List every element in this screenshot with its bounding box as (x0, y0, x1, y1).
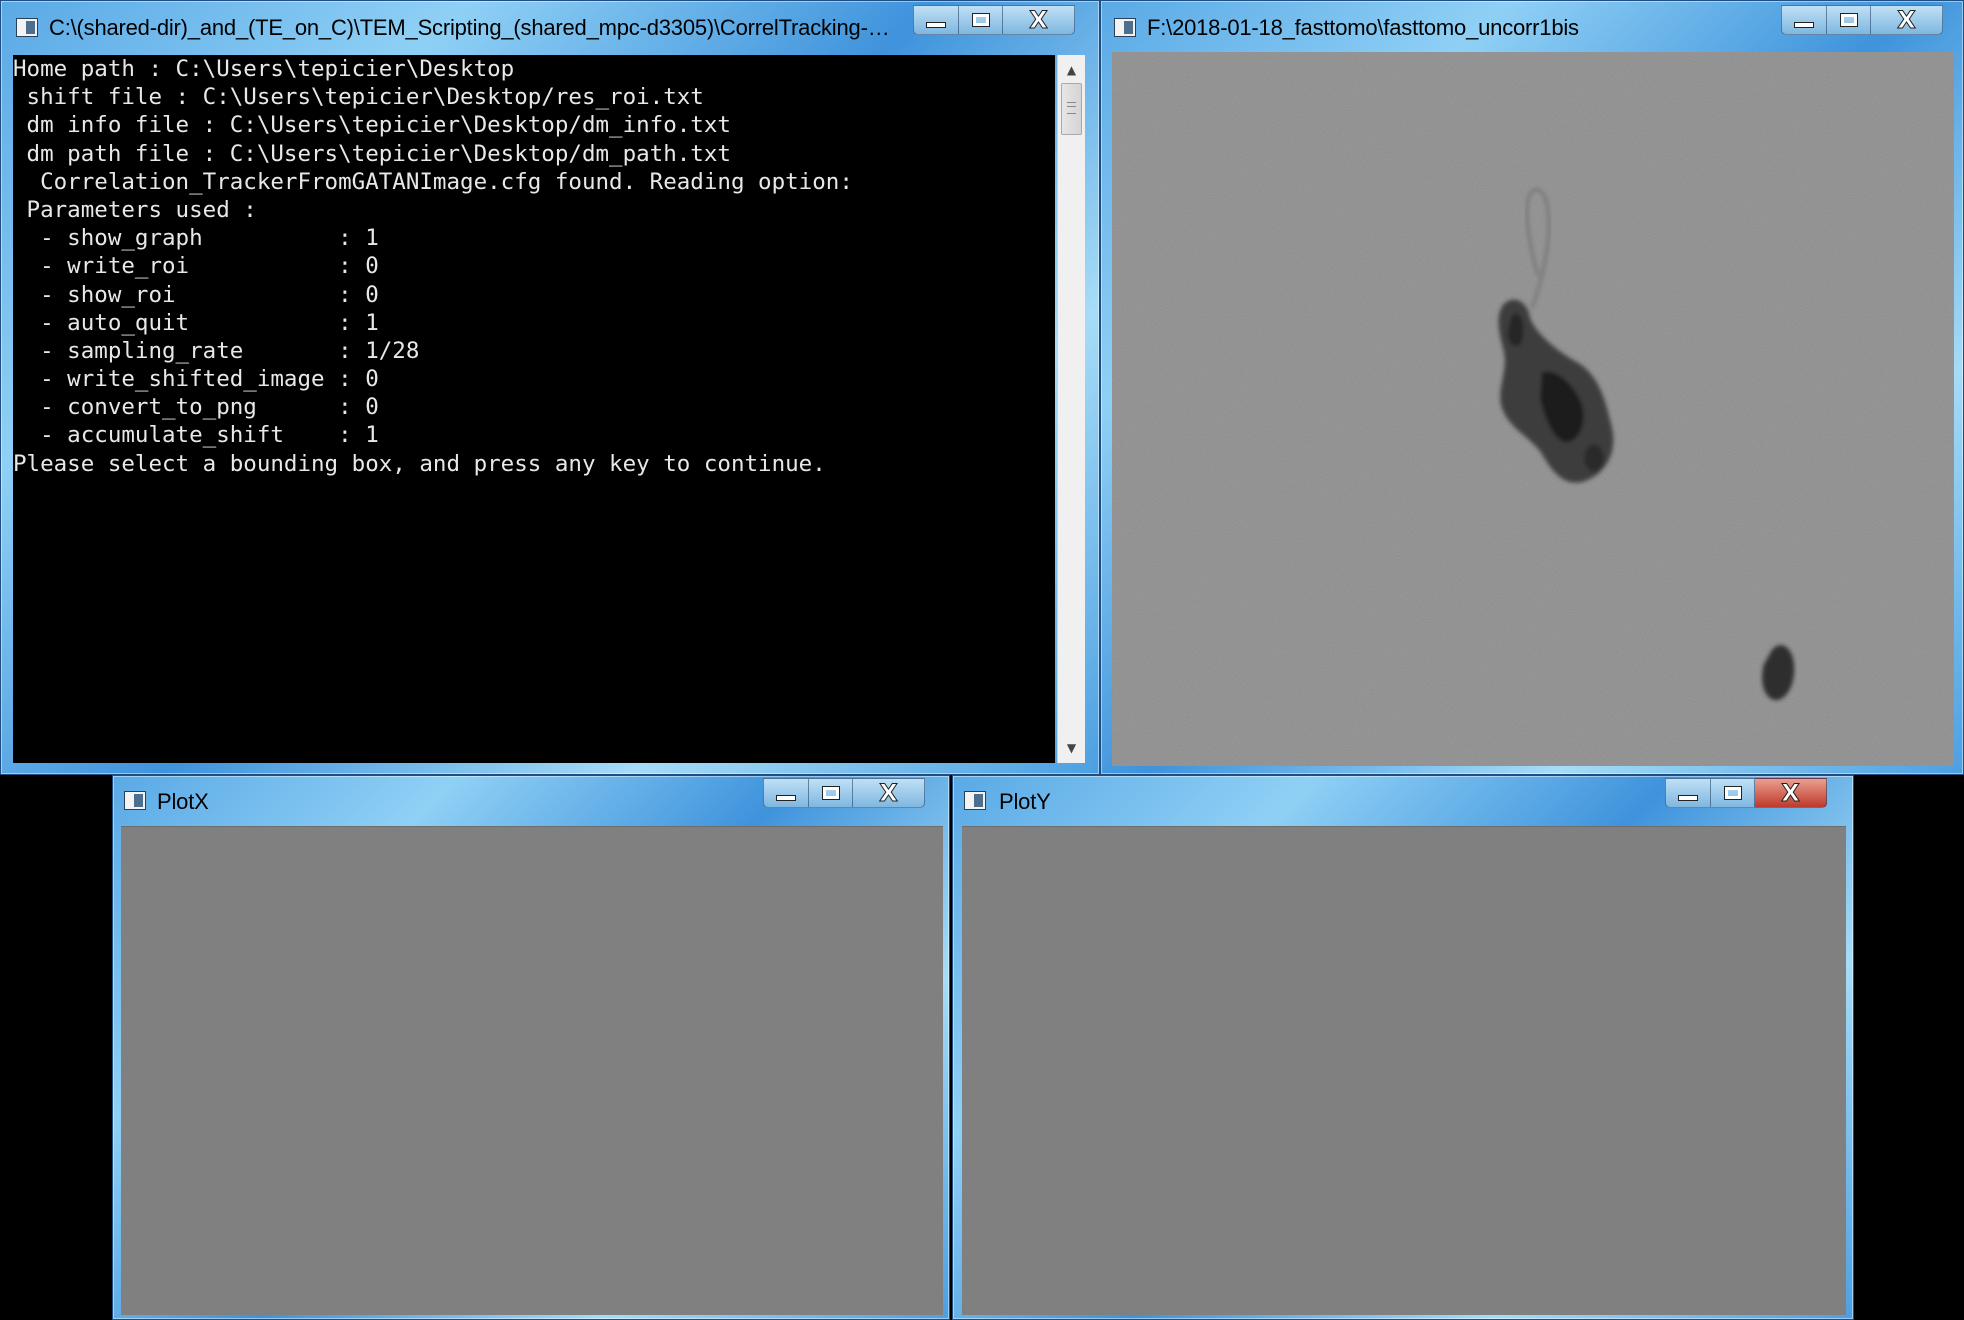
console-line: - auto_quit : 1 (13, 309, 379, 336)
app-window-icon[interactable] (125, 792, 145, 809)
ploty-titlebar[interactable]: PlotY X (953, 776, 1853, 826)
image-window-title: F:\2018-01-18_fasttomo\fasttomo_uncorr1b… (1147, 15, 1579, 40)
close-icon: X (1897, 6, 1916, 34)
plotx-canvas[interactable] (121, 826, 943, 1315)
plotx-window[interactable]: PlotX X (112, 775, 950, 1320)
image-window[interactable]: F:\2018-01-18_fasttomo\fasttomo_uncorr1b… (1100, 0, 1964, 775)
console-line: - show_graph : 1 (13, 225, 379, 252)
maximize-icon (971, 13, 990, 27)
console-line: Please select a bounding box, and press … (13, 450, 826, 477)
close-button[interactable]: X (1755, 778, 1827, 808)
console-line: - write_shifted_image : 0 (13, 366, 379, 393)
console-output[interactable]: Home path : C:\Users\tepicier\Desktop sh… (13, 55, 1055, 763)
minimize-icon (926, 22, 946, 28)
console-line: dm path file : C:\Users\tepicier\Desktop… (13, 140, 731, 167)
console-line: shift file : C:\Users\tepicier\Desktop/r… (13, 84, 704, 111)
app-window-icon[interactable] (17, 19, 37, 36)
minimize-icon (1678, 795, 1698, 801)
minimize-button[interactable] (1781, 5, 1827, 35)
console-line: Parameters used : (13, 196, 257, 223)
plotx-window-title: PlotX (157, 789, 209, 814)
console-line: - convert_to_png : 0 (13, 394, 379, 421)
maximize-icon (1723, 786, 1742, 800)
console-line: - accumulate_shift : 1 (13, 422, 379, 449)
maximize-icon (821, 786, 840, 800)
minimize-button[interactable] (1665, 778, 1711, 808)
ploty-canvas[interactable] (962, 826, 1846, 1315)
maximize-button[interactable] (1711, 778, 1755, 808)
close-button[interactable]: X (1871, 5, 1943, 35)
ploty-window-title: PlotY (999, 789, 1051, 814)
console-window[interactable]: C:\(shared-dir)_and_(TE_on_C)\TEM_Script… (0, 0, 1100, 775)
close-button[interactable]: X (1003, 5, 1075, 35)
minimize-icon (1794, 22, 1814, 28)
console-line: Correlation_TrackerFromGATANImage.cfg fo… (13, 168, 853, 195)
console-line: Home path : C:\Users\tepicier\Desktop (13, 56, 515, 82)
maximize-button[interactable] (809, 778, 853, 808)
console-line: dm info file : C:\Users\tepicier\Desktop… (13, 112, 731, 139)
console-window-title: C:\(shared-dir)_and_(TE_on_C)\TEM_Script… (49, 15, 899, 40)
scroll-thumb[interactable] (1061, 83, 1082, 135)
tem-image[interactable] (1112, 52, 1954, 766)
minimize-button[interactable] (763, 778, 809, 808)
console-titlebar[interactable]: C:\(shared-dir)_and_(TE_on_C)\TEM_Script… (1, 1, 1099, 51)
console-scrollbar[interactable]: ▲ ▼ (1057, 55, 1085, 763)
app-window-icon[interactable] (965, 792, 985, 809)
console-line: - write_roi : 0 (13, 253, 379, 280)
minimize-button[interactable] (913, 5, 959, 35)
console-line: - sampling_rate : 1/28 (13, 337, 420, 364)
image-titlebar[interactable]: F:\2018-01-18_fasttomo\fasttomo_uncorr1b… (1101, 1, 1963, 51)
maximize-button[interactable] (959, 5, 1003, 35)
close-icon: X (1781, 779, 1800, 807)
close-icon: X (879, 779, 898, 807)
app-window-icon[interactable] (1115, 19, 1135, 36)
close-icon: X (1029, 6, 1048, 34)
close-button[interactable]: X (853, 778, 925, 808)
maximize-icon (1839, 13, 1858, 27)
tem-image-canvas (1112, 52, 1954, 766)
maximize-button[interactable] (1827, 5, 1871, 35)
minimize-icon (776, 795, 796, 801)
scroll-up-arrow-icon[interactable]: ▲ (1058, 57, 1085, 83)
plotx-titlebar[interactable]: PlotX X (113, 776, 949, 826)
ploty-window[interactable]: PlotY X (952, 775, 1854, 1320)
scroll-down-arrow-icon[interactable]: ▼ (1058, 735, 1085, 761)
console-line: - show_roi : 0 (13, 281, 379, 308)
